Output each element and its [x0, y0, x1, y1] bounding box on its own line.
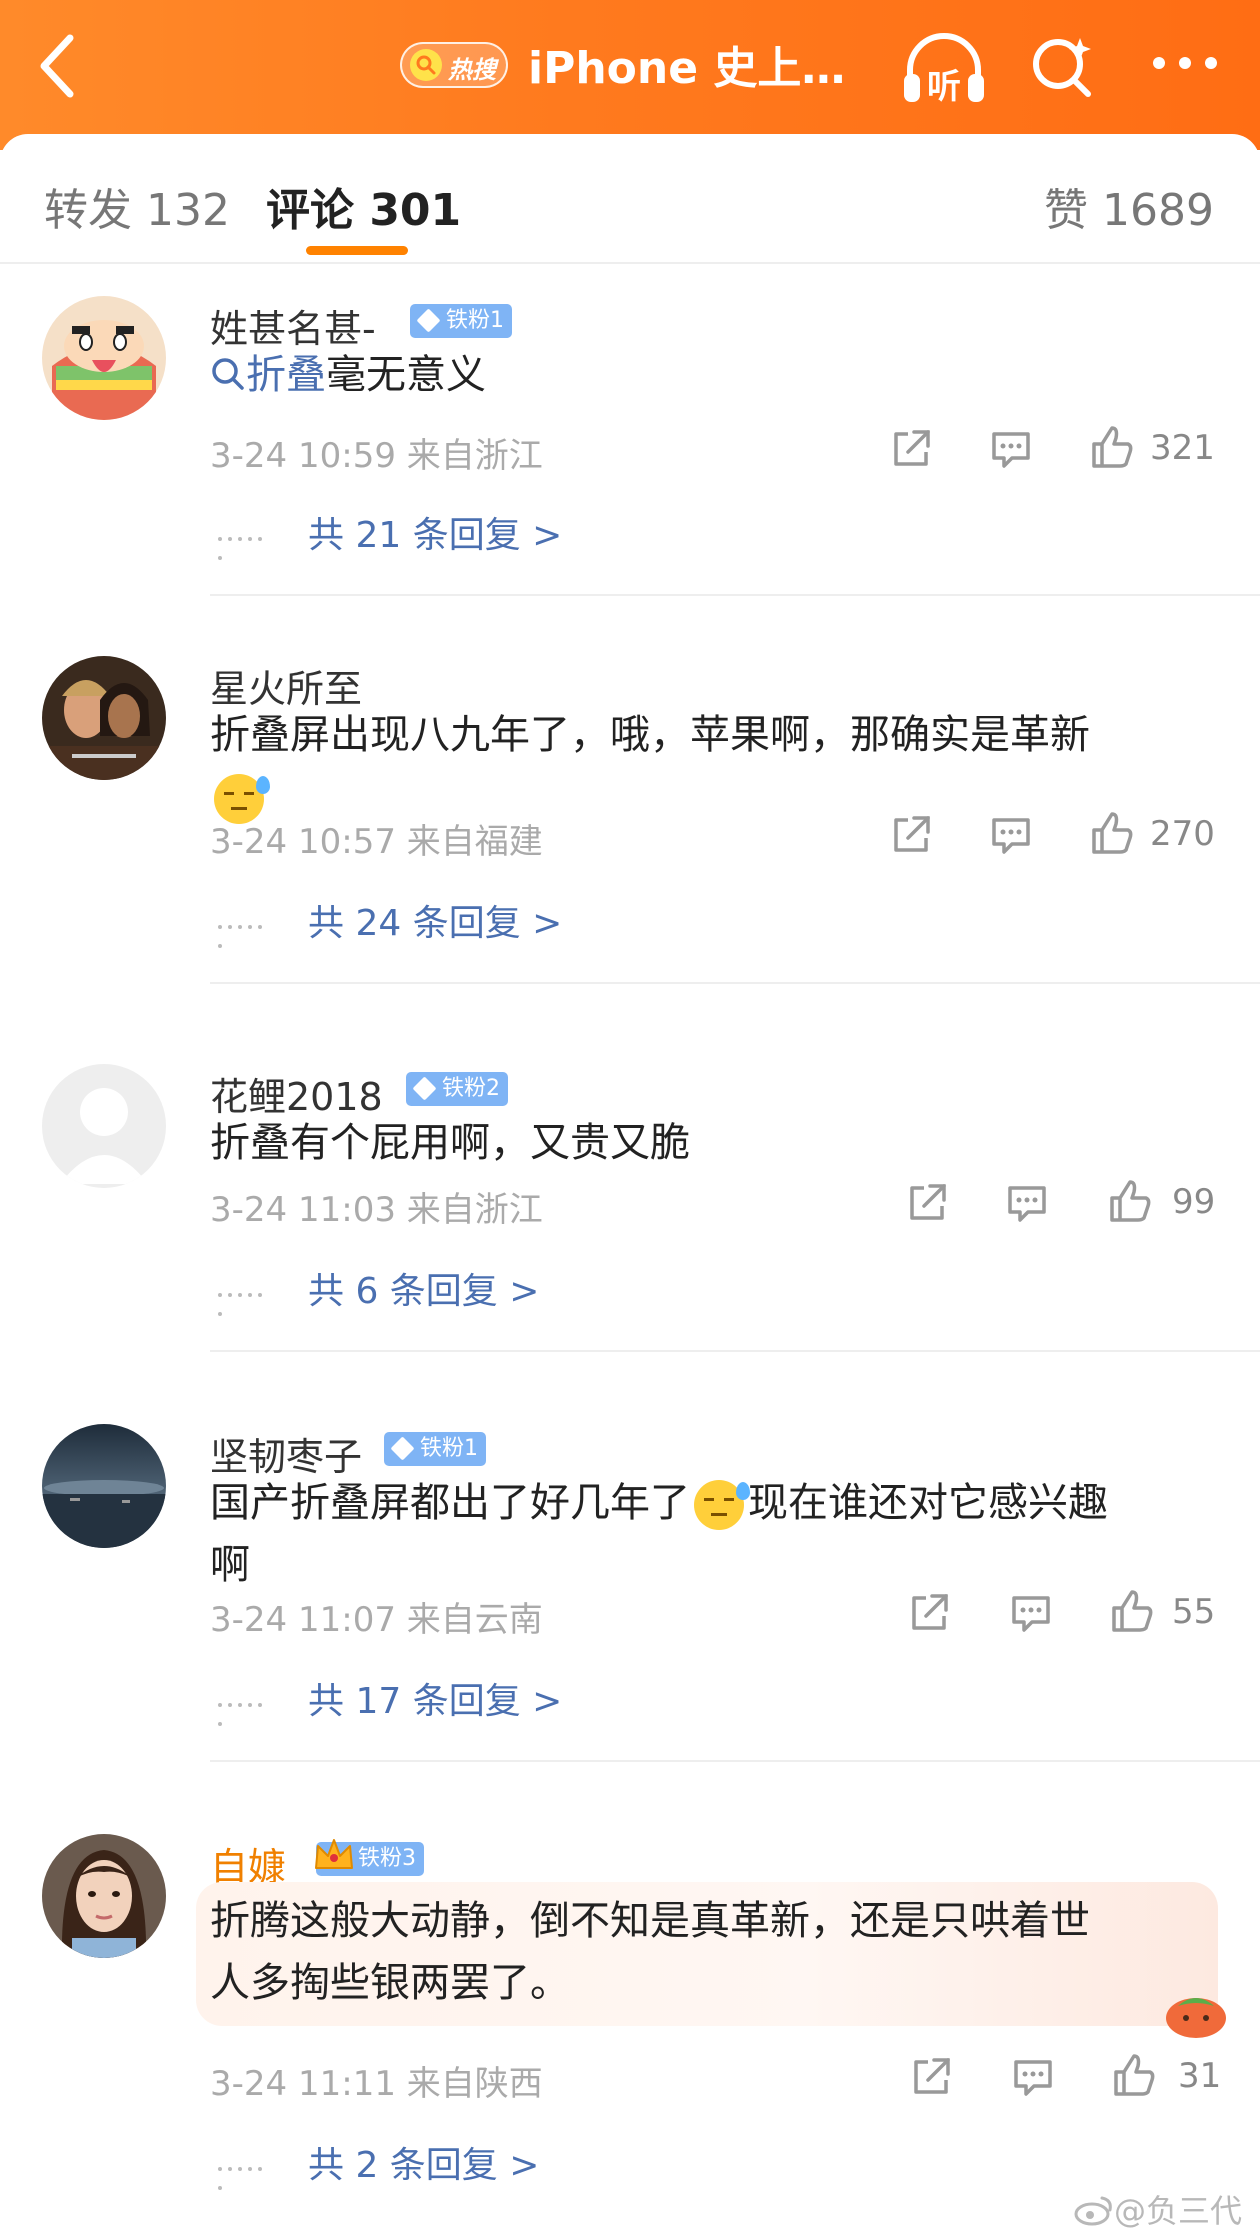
- search-button[interactable]: [1026, 30, 1100, 104]
- tab-reposts[interactable]: 转发 132: [44, 174, 230, 238]
- watermark-text: @负三代: [1114, 2192, 1243, 2230]
- like-count: 31: [1178, 2056, 1222, 2096]
- comment-text-rest: 毫无意义: [326, 352, 486, 398]
- comment-divider: [210, 1350, 1260, 1352]
- comment-meta: 3-24 10:57 来自福建: [210, 822, 543, 862]
- reply-dots: [218, 1282, 276, 1316]
- comment-text-line2: 人多掏些银两罢了。: [210, 1960, 570, 2006]
- like-icon[interactable]: [1106, 1176, 1152, 1226]
- avatar[interactable]: [42, 1064, 166, 1188]
- tab-likes[interactable]: 赞 1689: [1044, 174, 1214, 238]
- view-replies-link[interactable]: 共 2 条回复 >: [308, 2136, 539, 2188]
- sweat-emoji-icon: [694, 1480, 750, 1530]
- comment-divider: [210, 982, 1260, 984]
- reply-dots: [218, 526, 276, 560]
- comment-icon[interactable]: [1010, 2054, 1056, 2100]
- diamond-icon: [390, 1436, 415, 1461]
- comment-icon[interactable]: [988, 426, 1034, 472]
- fan-badge: 铁粉2: [406, 1072, 508, 1106]
- fan-badge: 铁粉1: [384, 1432, 486, 1466]
- share-icon[interactable]: [888, 426, 934, 472]
- fan-badge: 铁粉3: [315, 1839, 424, 1876]
- share-icon[interactable]: [888, 812, 934, 858]
- hot-search-label: 热搜: [448, 56, 496, 84]
- chevron-left-icon: [40, 34, 74, 98]
- comment-icon[interactable]: [1008, 1590, 1054, 1636]
- fan-badge-label: 铁粉1: [420, 1436, 478, 1461]
- hot-search-badge[interactable]: 热搜: [400, 42, 508, 88]
- comment-text: 折叠有个屁用啊，又贵又脆: [210, 1120, 690, 1166]
- comment-meta: 3-24 10:59 来自浙江: [210, 436, 543, 476]
- comment-divider: [210, 1760, 1260, 1762]
- comment-text-line2: 啊: [210, 1542, 250, 1588]
- share-icon[interactable]: [908, 2054, 954, 2100]
- comments-card: 转发 132 评论 301 赞 1689 姓甚名甚- 铁粉1 折叠毫无意义 3-…: [0, 134, 1260, 2240]
- view-replies-link[interactable]: 共 21 条回复 >: [308, 506, 562, 558]
- like-count: 321: [1150, 428, 1215, 468]
- headphones-icon: 听: [904, 33, 984, 107]
- comment-icon[interactable]: [988, 812, 1034, 858]
- avatar[interactable]: [42, 1424, 166, 1548]
- avatar[interactable]: [42, 656, 166, 780]
- fan-badge-label: 铁粉1: [446, 308, 504, 333]
- view-replies-link[interactable]: 共 17 条回复 >: [308, 1672, 562, 1724]
- view-replies-link[interactable]: 共 6 条回复 >: [308, 1262, 539, 1314]
- reply-dots: [218, 1692, 276, 1726]
- fan-badge-label: 铁粉2: [442, 1076, 500, 1101]
- crown-icon: [315, 1839, 353, 1869]
- fan-badge-label: 铁粉3: [358, 1846, 416, 1871]
- comment-meta: 3-24 11:07 来自云南: [210, 1600, 543, 1640]
- comment-meta: 3-24 11:03 来自浙江: [210, 1190, 543, 1230]
- svg-text:听: 听: [927, 67, 961, 107]
- like-count: 270: [1150, 814, 1215, 854]
- like-icon[interactable]: [1108, 1586, 1154, 1636]
- like-count: 55: [1172, 1592, 1216, 1632]
- weibo-logo-icon: [1074, 2196, 1112, 2226]
- more-button[interactable]: [1150, 48, 1220, 78]
- like-icon[interactable]: [1088, 808, 1134, 858]
- comment-divider: [210, 594, 1260, 596]
- more-dots-icon: [1153, 57, 1217, 69]
- top-bar: 热搜 iPhone 史上… 听: [0, 0, 1260, 150]
- comment-text-part2: 现在谁还对它感兴趣: [748, 1480, 1108, 1526]
- comment-meta: 3-24 11:11 来自陕西: [210, 2064, 543, 2104]
- search-icon: [1033, 38, 1091, 97]
- listen-button[interactable]: 听: [900, 30, 988, 110]
- topic-title[interactable]: iPhone 史上…: [528, 32, 845, 96]
- avatar[interactable]: [42, 1834, 166, 1958]
- like-icon[interactable]: [1088, 422, 1134, 472]
- persimmon-sticker-icon: [1166, 1998, 1226, 2038]
- share-icon[interactable]: [904, 1180, 950, 1226]
- topic-search-icon: [212, 358, 244, 390]
- avatar[interactable]: [42, 296, 166, 420]
- share-icon[interactable]: [906, 1590, 952, 1636]
- comment-icon[interactable]: [1004, 1180, 1050, 1226]
- tab-comments[interactable]: 评论 301: [266, 174, 461, 238]
- reply-dots: [218, 2156, 276, 2190]
- comment-text-part1: 国产折叠屏都出了好几年了: [210, 1480, 690, 1526]
- tabs-divider: [0, 262, 1260, 264]
- active-tab-indicator: [306, 246, 408, 255]
- comment-text: 折叠毫无意义: [210, 344, 486, 406]
- diamond-icon: [416, 308, 441, 333]
- diamond-icon: [412, 1076, 437, 1101]
- comment-text: 折腾这般大动静，倒不知是真革新，还是只哄着世: [210, 1898, 1090, 1944]
- comment-text: 国产折叠屏都出了好几年了 现在谁还对它感兴趣: [210, 1472, 1108, 1534]
- fan-badge: 铁粉1: [410, 304, 512, 338]
- like-icon[interactable]: [1110, 2050, 1156, 2100]
- search-icon: [410, 49, 442, 81]
- watermark: @负三代: [1074, 2186, 1242, 2232]
- view-replies-link[interactable]: 共 24 条回复 >: [308, 894, 562, 946]
- like-count: 99: [1172, 1182, 1216, 1222]
- back-button[interactable]: [30, 28, 90, 104]
- reply-dots: [218, 914, 276, 948]
- topic-link[interactable]: 折叠: [246, 352, 326, 398]
- comment-text: 折叠屏出现八九年了，哦，苹果啊，那确实是革新: [210, 712, 1090, 758]
